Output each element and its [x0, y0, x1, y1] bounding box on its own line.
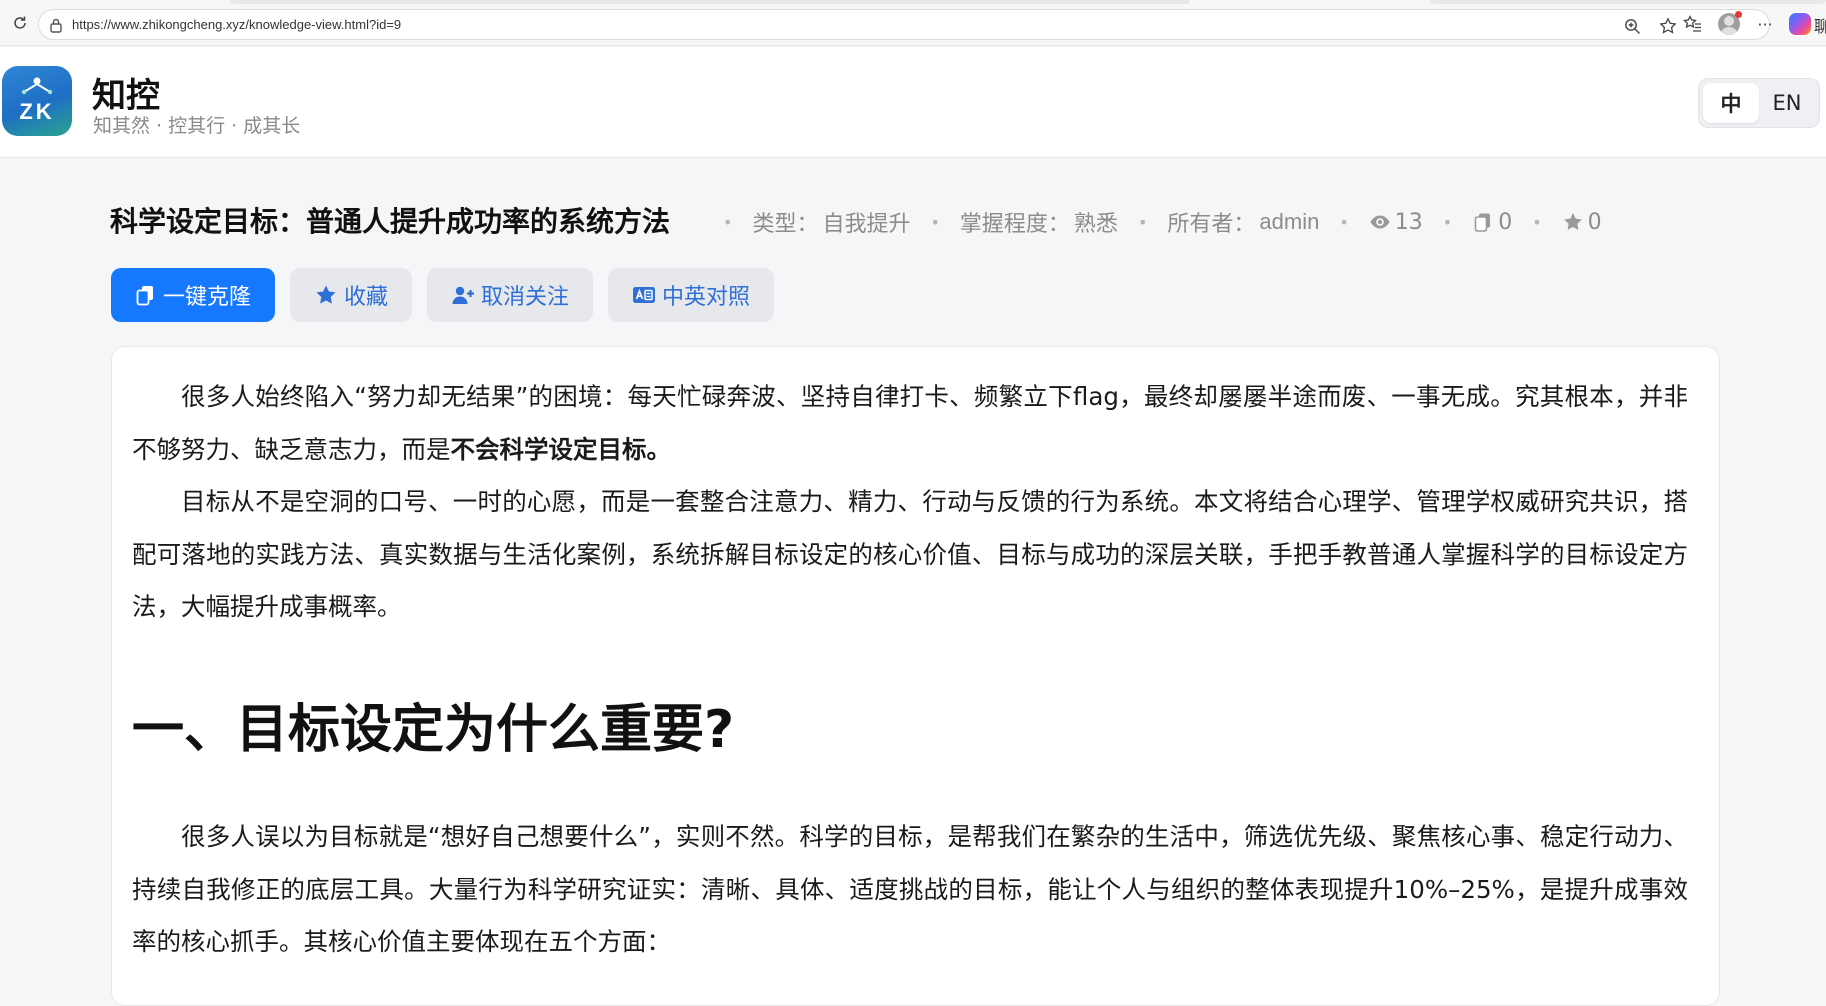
zoom-button[interactable]: [1621, 15, 1643, 37]
clone-icon: [136, 286, 153, 306]
favorites-count: 0: [1587, 209, 1602, 235]
meta-type-value: 自我提升: [822, 212, 911, 237]
lock-icon[interactable]: [49, 17, 63, 33]
meta-separator: •: [1339, 212, 1349, 232]
meta-separator: •: [1532, 212, 1542, 232]
url-text[interactable]: https://www.zhikongcheng.xyz/knowledge-v…: [72, 17, 401, 32]
copilot-button[interactable]: [1788, 12, 1812, 36]
brand-slogan: 知其然 · 控其行 · 成其长: [93, 115, 301, 137]
profile-button[interactable]: [1717, 11, 1742, 36]
clone-button[interactable]: 一键克隆: [111, 268, 276, 322]
meta-separator: •: [723, 212, 733, 232]
tab-strip: [230, 0, 1190, 4]
eye-icon: [1370, 215, 1390, 229]
brand-name[interactable]: 知控: [92, 68, 160, 117]
reload-button[interactable]: [8, 11, 32, 35]
bilingual-button[interactable]: 中英对照: [608, 268, 775, 322]
translate-icon: [633, 287, 656, 303]
meta-separator: •: [1137, 212, 1148, 232]
site-header: ZK 知控 知其然 · 控其行 · 成其长 中 EN: [0, 47, 1826, 158]
body-paragraph: 很多人误以为目标就是“想好自己想要什么”，实则不然。科学的目标，是帮我们在繁杂的…: [132, 822, 1688, 956]
action-bar: 一键克隆 收藏 取消关注 中英对照: [111, 268, 775, 322]
favorites-button[interactable]: [1681, 12, 1705, 36]
intro-text: 很多人始终陷入“努力却无结果”的困境：每天忙碌奔波、坚持自律打卡、频繁立下fla…: [132, 382, 1688, 464]
copilot-icon: [1789, 13, 1811, 35]
meta-clones: 0: [1472, 210, 1512, 235]
meta-type-label: 类型：: [752, 212, 819, 237]
favorites-list-icon: [1683, 15, 1701, 32]
meta-type: 类型： 自我提升: [752, 206, 910, 238]
more-menu-button[interactable]: ···: [1753, 12, 1777, 36]
meta-mastery-label: 掌握程度：: [959, 212, 1070, 237]
sidebar-label-truncated: 聊: [1814, 17, 1826, 36]
more-icon: ···: [1757, 14, 1773, 34]
address-bar[interactable]: https://www.zhikongcheng.xyz/knowledge-v…: [38, 9, 1770, 40]
star-icon: [1563, 213, 1582, 230]
clones-count: 0: [1498, 209, 1513, 235]
notification-dot: [1735, 11, 1742, 18]
tab-strip: [1430, 0, 1826, 4]
bilingual-button-label: 中英对照: [662, 285, 751, 310]
meta-separator: •: [1442, 212, 1453, 232]
meta-mastery-value: 熟悉: [1073, 212, 1118, 237]
intro-emphasis: 不会科学设定目标。: [450, 434, 672, 464]
clone-button-label: 一键克隆: [163, 285, 252, 310]
meta-favorites: 0: [1562, 210, 1602, 235]
article-meta: • 类型： 自我提升 • 掌握程度： 熟悉 • 所有者： admin • 13 …: [703, 206, 1602, 238]
article-title: 科学设定目标：普通人提升成功率的系统方法: [110, 205, 671, 238]
copy-icon: [1474, 213, 1491, 232]
body-paragraph: 目标从不是空洞的口号、一时的心愿，而是一套整合注意力、精力、行动与反馈的行为系统…: [132, 487, 1688, 621]
unfollow-button[interactable]: 取消关注: [427, 268, 594, 322]
reload-icon: [14, 16, 26, 29]
meta-owner: 所有者： admin: [1167, 206, 1319, 238]
article-content: 很多人始终陷入“努力却无结果”的困境：每天忙碌奔波、坚持自律打卡、频繁立下fla…: [111, 346, 1720, 1006]
meta-owner-label: 所有者：: [1167, 212, 1256, 237]
meta-owner-value: admin: [1259, 209, 1320, 234]
favorite-button-label: 收藏: [344, 285, 389, 310]
user-plus-icon: [452, 286, 475, 304]
unfollow-button-label: 取消关注: [481, 285, 570, 310]
zoom-icon: [1624, 18, 1640, 34]
meta-views: 13: [1369, 210, 1423, 235]
browser-toolbar: https://www.zhikongcheng.xyz/knowledge-v…: [0, 0, 1826, 46]
lang-option-en[interactable]: EN: [1759, 83, 1815, 123]
language-switch: 中 EN: [1698, 78, 1820, 128]
logo-text: ZK: [19, 99, 55, 124]
meta-separator: •: [930, 212, 940, 232]
star-icon: [316, 285, 336, 304]
favorite-button[interactable]: 收藏: [290, 268, 413, 322]
favorite-star-button[interactable]: [1657, 15, 1679, 37]
star-outline-icon: [1659, 17, 1677, 34]
section-heading: 一、目标设定为什么重要?: [132, 700, 735, 760]
site-logo[interactable]: ZK: [2, 66, 72, 136]
views-count: 13: [1394, 209, 1423, 235]
intro-paragraph: 很多人始终陷入“努力却无结果”的困境：每天忙碌奔波、坚持自律打卡、频繁立下fla…: [132, 371, 1688, 476]
lang-option-zh[interactable]: 中: [1703, 83, 1759, 123]
meta-mastery: 掌握程度： 熟悉: [960, 206, 1118, 238]
